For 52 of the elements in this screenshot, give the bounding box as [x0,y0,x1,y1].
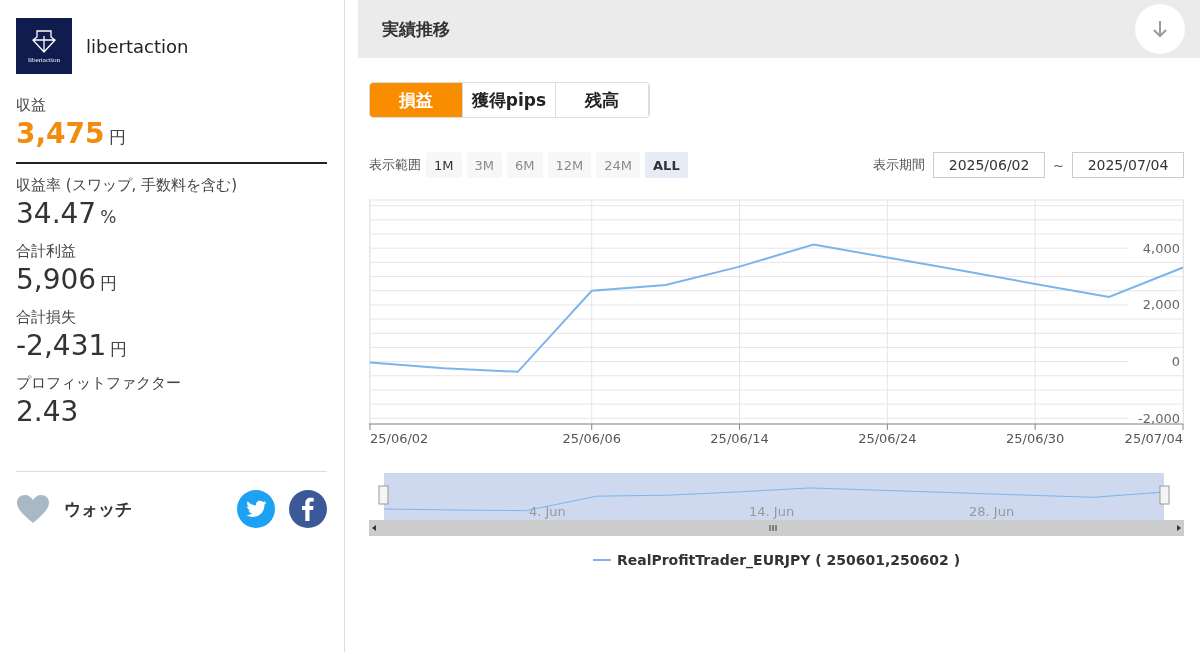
y-axis-label: 4,000 [1142,240,1180,256]
watch-label[interactable]: ウォッチ [64,497,223,521]
stat-value: 34.47% [16,196,118,232]
navigator-label: 14. Jun [749,504,795,519]
section-title: 実績推移 [382,17,450,41]
scroll-right-icon [1177,525,1181,531]
down-arrow-icon [1152,20,1168,38]
start-date-field[interactable]: 2025/06/02 [933,152,1046,178]
x-axis-label: 25/06/14 [710,431,769,446]
legend-line-icon [592,558,611,562]
range-button[interactable]: 1M [426,152,462,178]
scrollbar[interactable] [369,520,1184,536]
stat-value: -2,431 円 [16,328,129,364]
scroll-down-button[interactable] [1135,4,1185,54]
y-axis-label: 0 [1171,354,1180,370]
x-axis-label: 25/06/02 [370,431,429,446]
y-axis-label: 2,000 [1142,297,1180,313]
ship-icon [31,28,57,53]
stat-label: 合計利益 [16,242,77,261]
range-button[interactable]: ALL [645,152,688,178]
stat-label: 収益率 (スワップ, 手数料を含む) [16,176,238,195]
x-axis-label: 25/06/06 [562,431,621,446]
stat-label: プロフィットファクター [16,374,182,393]
navigator-handle[interactable] [1159,485,1170,505]
unit-label: 円 [108,127,126,147]
y-axis-label: -2,000 [1138,410,1180,426]
range-label: 表示範囲 [369,156,421,174]
stat-label: 収益 [16,96,47,115]
stat-value: 3,475 円 [16,116,127,152]
x-axis-label: 25/06/30 [1006,431,1065,446]
date-separator: ~ [1053,157,1064,173]
stat-value: 2.43 [16,394,80,430]
facebook-icon[interactable] [289,490,327,528]
scroll-left-icon [372,525,376,531]
stat-value: 5,906 円 [16,262,119,298]
unit-label: 円 [110,339,128,359]
period-label: 表示期間 [873,156,926,174]
navigator-handle[interactable] [378,485,389,505]
twitter-icon[interactable] [237,490,275,528]
account-name: libertaction [86,35,189,57]
heart-icon[interactable] [16,494,50,524]
navigator-window[interactable] [384,473,1164,520]
unit-label: % [100,207,117,227]
x-axis-label: 25/07/04 [1124,431,1183,446]
legend-label[interactable]: RealProfitTrader_EURJPY ( 250601,250602 ) [616,552,961,568]
stat-label: 合計損失 [16,308,77,327]
navigator-label: 4. Jun [529,504,566,519]
x-axis-label: 25/06/24 [858,431,917,446]
navigator-label: 28. Jun [969,504,1015,519]
grip-icon [769,524,777,532]
unit-label: 円 [100,273,118,293]
end-date-field[interactable]: 2025/07/04 [1072,152,1184,178]
